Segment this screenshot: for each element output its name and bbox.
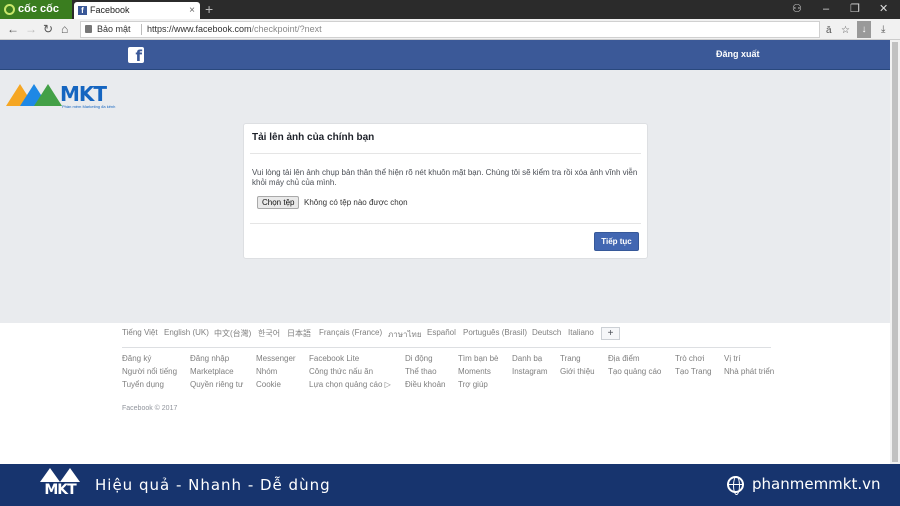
globe-icon	[727, 476, 744, 495]
dialog-divider-top	[250, 153, 641, 154]
minimize-button[interactable]: –	[823, 0, 829, 19]
language-link[interactable]: Português (Brasil)	[463, 328, 527, 337]
back-icon[interactable]: ←	[7, 21, 19, 38]
browser-toolbar: ← → ↻ ⌂ Bảo mật https://www.facebook.com…	[0, 19, 900, 40]
continue-button[interactable]: Tiếp tục	[594, 232, 639, 251]
language-link[interactable]: Tiếng Việt	[122, 328, 158, 337]
page-footer: Tiếng Việt English (UK) 中文(台灣) 한국어 日本語 F…	[0, 323, 890, 464]
mkt-logo-word: MKT	[60, 82, 107, 106]
scrollbar-thumb[interactable]	[892, 42, 898, 462]
upload-photo-dialog: Tải lên ảnh của chính bạn Vui lòng tải l…	[243, 123, 648, 259]
download-video-icon[interactable]: ↓	[857, 21, 871, 38]
footer-link[interactable]: Tạo Trang	[675, 367, 711, 376]
tab-title: Facebook	[90, 5, 130, 15]
footer-link[interactable]: Trang	[560, 354, 581, 363]
footer-link[interactable]: Nhóm	[256, 367, 277, 376]
footer-link[interactable]: Marketplace	[190, 367, 234, 376]
language-link[interactable]: 中文(台灣)	[214, 328, 251, 339]
footer-link[interactable]: Facebook Lite	[309, 354, 359, 363]
new-tab-button[interactable]: +	[205, 0, 213, 19]
choose-file-button[interactable]: Chọn tệp	[257, 196, 300, 209]
forward-icon[interactable]: →	[25, 21, 37, 38]
banner-slogan: Hiệu quả - Nhanh - Dễ dùng	[95, 476, 331, 494]
tab-close-icon[interactable]: ×	[189, 2, 195, 19]
language-link[interactable]: 日本語	[287, 328, 311, 339]
language-link[interactable]: ภาษาไทย	[388, 328, 422, 341]
no-file-label: Không có tệp nào được chọn	[304, 198, 408, 207]
footer-link[interactable]: Điều khoản	[405, 380, 445, 389]
language-link[interactable]: Italiano	[568, 328, 594, 337]
url-text[interactable]: https://www.facebook.com/checkpoint/?nex…	[147, 22, 322, 37]
home-icon[interactable]: ⌂	[61, 21, 68, 38]
dialog-title: Tải lên ảnh của chính bạn	[252, 132, 375, 143]
lock-icon	[85, 25, 92, 33]
footer-divider	[122, 347, 771, 348]
footer-link[interactable]: Trò chơi	[675, 354, 704, 363]
facebook-favicon-icon: f	[78, 6, 87, 15]
footer-link[interactable]: Quyền riêng tư	[190, 380, 243, 389]
footer-link[interactable]: Giới thiệu	[560, 367, 595, 376]
more-languages-button[interactable]: +	[601, 327, 620, 340]
footer-link[interactable]: Cookie	[256, 380, 281, 389]
dialog-divider-bottom	[250, 223, 641, 224]
footer-link[interactable]: Moments	[458, 367, 491, 376]
language-link[interactable]: Deutsch	[532, 328, 561, 337]
mkt-banner-logo: MKT	[40, 468, 80, 502]
footer-link[interactable]: Nhà phát triển	[724, 367, 774, 376]
footer-link[interactable]: Đăng nhập	[190, 354, 229, 363]
address-divider	[141, 24, 142, 35]
translate-icon[interactable]: ā	[826, 22, 832, 39]
banner-website: phanmemmkt.vn	[752, 475, 881, 493]
close-window-button[interactable]: ✕	[879, 0, 888, 19]
address-bar[interactable]: Bảo mật https://www.facebook.com/checkpo…	[80, 21, 850, 38]
footer-link[interactable]: Thể thao	[405, 367, 437, 376]
url-path: /checkpoint/?next	[251, 24, 322, 34]
browser-tab-bar: cốc cốc f Facebook × + ⚇ – ❐ ✕	[0, 0, 900, 19]
restore-button[interactable]: ❐	[850, 0, 860, 19]
copyright: Facebook © 2017	[122, 405, 178, 412]
logout-link[interactable]: Đăng xuất	[716, 49, 760, 59]
mkt-logo-tagline: Phần mềm Marketing đa kênh	[62, 104, 116, 109]
language-link[interactable]: Español	[427, 328, 456, 337]
footer-link[interactable]: Đăng ký	[122, 354, 151, 363]
footer-link[interactable]: Tìm bạn bè	[458, 354, 498, 363]
coccoc-logo-icon	[4, 4, 15, 15]
language-link[interactable]: 한국어	[258, 328, 280, 339]
mkt-banner-logo-shape-right	[60, 468, 80, 482]
bookmark-star-icon[interactable]: ☆	[841, 22, 850, 39]
browser-brand-label: cốc cốc	[18, 3, 59, 15]
browser-brand[interactable]: cốc cốc	[0, 0, 72, 19]
footer-link[interactable]: Lựa chọn quảng cáo ▷	[309, 380, 391, 389]
mkt-banner-logo-shape-left	[40, 468, 60, 482]
footer-link[interactable]: Di động	[405, 354, 433, 363]
tab-facebook[interactable]: f Facebook ×	[74, 2, 200, 19]
footer-link[interactable]: Công thức nấu ăn	[309, 367, 373, 376]
facebook-header: f Đăng xuất	[0, 40, 890, 70]
incognito-icon[interactable]: ⚇	[792, 0, 802, 19]
footer-link[interactable]: Vị trí	[724, 354, 740, 363]
footer-link[interactable]: Messenger	[256, 354, 296, 363]
footer-link[interactable]: Người nổi tiếng	[122, 367, 177, 376]
footer-link[interactable]: Danh bạ	[512, 354, 542, 363]
footer-link[interactable]: Tạo quảng cáo	[608, 367, 661, 376]
footer-link[interactable]: Địa điểm	[608, 354, 640, 363]
facebook-logo-icon[interactable]: f	[128, 47, 144, 65]
mkt-banner-logo-word: MKT	[44, 482, 76, 498]
language-link[interactable]: English (UK)	[164, 328, 209, 337]
page-scrollbar[interactable]	[890, 40, 900, 464]
mkt-logo-shape-green	[34, 84, 62, 106]
language-link[interactable]: Français (France)	[319, 328, 382, 337]
dialog-message: Vui lòng tải lên ảnh chụp bản thân thể h…	[252, 168, 638, 187]
footer-link[interactable]: Trợ giúp	[458, 380, 488, 389]
footer-link[interactable]: Tuyển dụng	[122, 380, 164, 389]
downloads-icon[interactable]: ⤓	[881, 21, 885, 38]
footer-link[interactable]: Instagram	[512, 367, 548, 376]
reload-icon[interactable]: ↻	[43, 21, 53, 38]
mkt-watermark-logo: MKT Phần mềm Marketing đa kênh	[6, 82, 116, 112]
secure-label: Bảo mật	[97, 24, 131, 34]
url-base: https://www.facebook.com	[147, 24, 252, 34]
